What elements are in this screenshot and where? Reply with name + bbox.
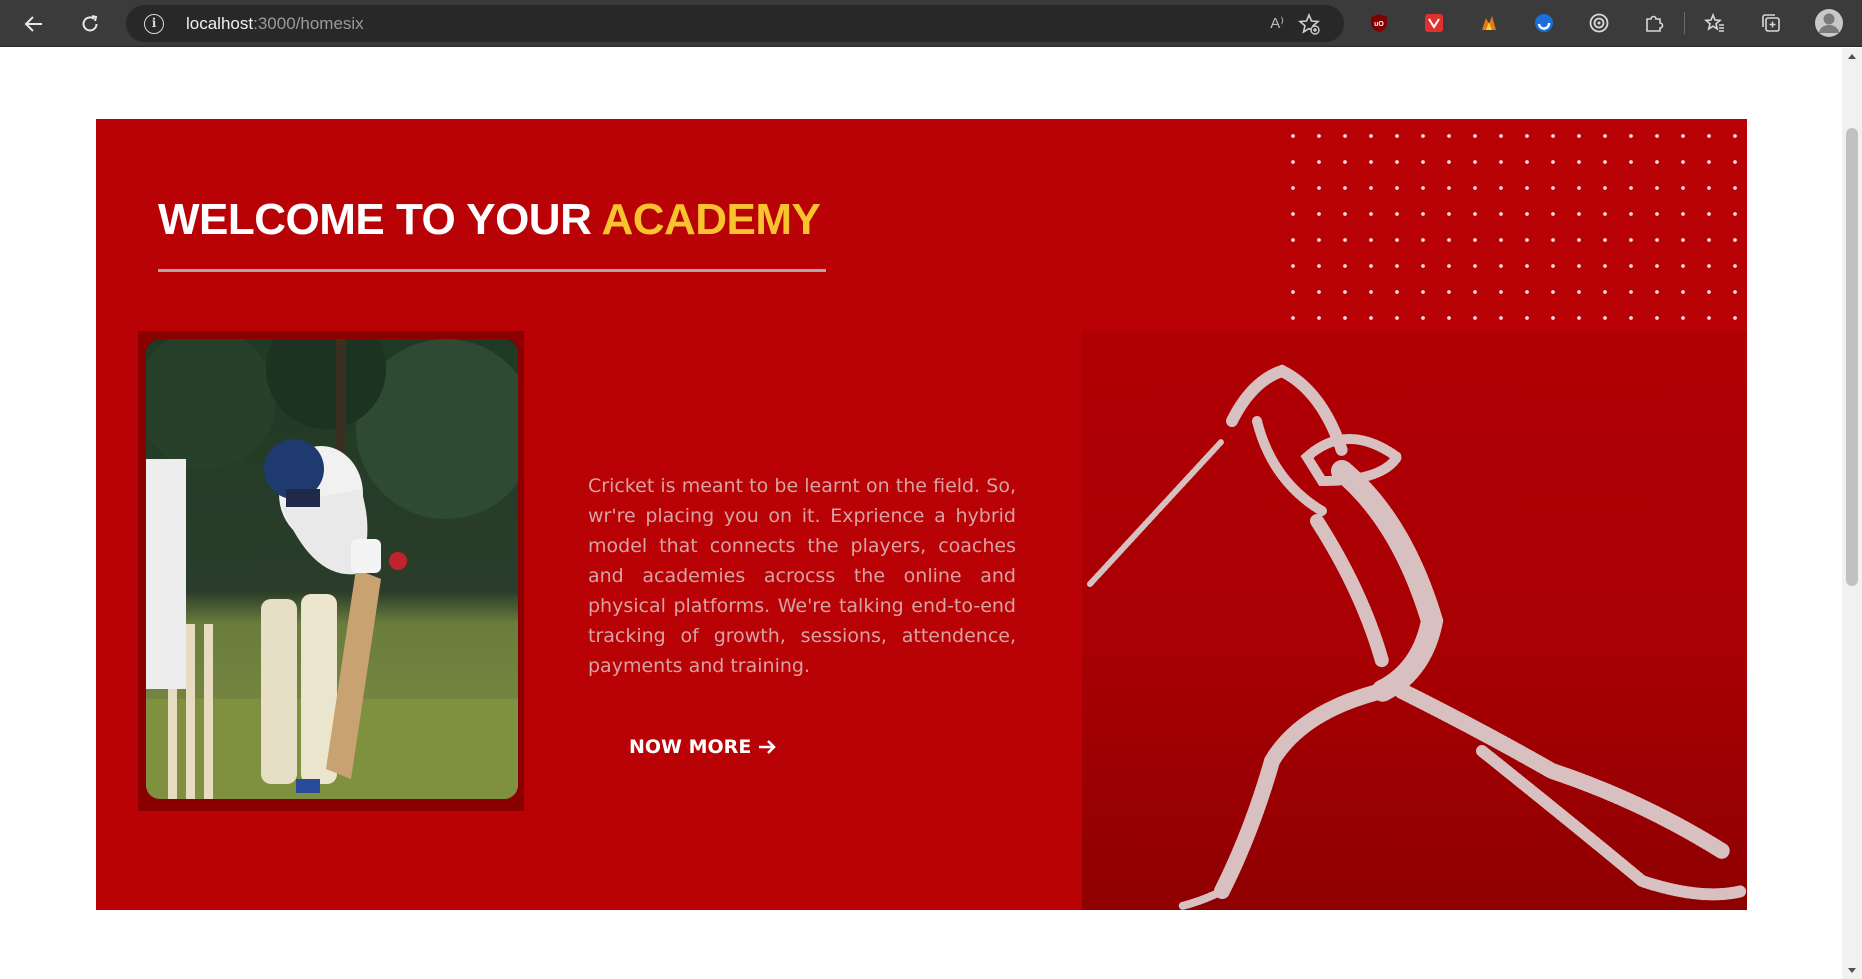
heading-underline bbox=[158, 269, 826, 272]
hero-description: Cricket is meant to be learnt on the fie… bbox=[588, 475, 1016, 677]
favorites-icon[interactable] bbox=[1702, 10, 1728, 36]
dot-pattern-decoration bbox=[1276, 119, 1746, 329]
now-more-label: NOW MORE bbox=[629, 736, 752, 758]
url-text[interactable]: localhost:3000/homesix bbox=[186, 14, 364, 34]
heading-prefix: WELCOME TO YOUR bbox=[158, 195, 602, 244]
ublock-icon[interactable]: uO bbox=[1366, 10, 1392, 36]
welcome-hero-section: WELCOME TO YOUR ACADEMY Cricket is meant… bbox=[96, 119, 1747, 910]
svg-text:uO: uO bbox=[1374, 21, 1384, 28]
target-extension-icon[interactable] bbox=[1586, 10, 1612, 36]
blue-circle-extension-icon[interactable] bbox=[1531, 10, 1557, 36]
player-photo-frame bbox=[138, 331, 524, 811]
reload-button[interactable] bbox=[74, 8, 106, 40]
arrow-left-icon bbox=[24, 16, 42, 32]
scroll-up-arrow-icon[interactable] bbox=[1848, 54, 1856, 59]
red-extension-icon[interactable] bbox=[1421, 10, 1447, 36]
orange-extension-icon[interactable] bbox=[1476, 10, 1502, 36]
scrollbar-thumb[interactable] bbox=[1846, 128, 1858, 586]
puzzle-icon[interactable] bbox=[1641, 10, 1667, 36]
collections-icon[interactable] bbox=[1758, 10, 1784, 36]
info-icon[interactable]: i bbox=[144, 14, 164, 34]
refresh-icon bbox=[82, 15, 98, 32]
read-aloud-icon[interactable]: A⁾ bbox=[1270, 14, 1284, 32]
profile-avatar-icon[interactable] bbox=[1814, 8, 1844, 38]
cricketer-silhouette-art bbox=[1082, 331, 1747, 910]
cricket-player-photo bbox=[146, 339, 518, 799]
page-scrollbar[interactable] bbox=[1842, 48, 1862, 979]
url-host: localhost bbox=[186, 14, 254, 33]
now-more-button[interactable]: NOW MORE bbox=[629, 736, 777, 758]
url-path: :3000/homesix bbox=[253, 14, 364, 33]
address-bar[interactable]: i localhost:3000/homesix A⁾ bbox=[126, 5, 1344, 42]
arrow-right-icon bbox=[759, 740, 777, 754]
browser-toolbar: i localhost:3000/homesix A⁾ uO bbox=[0, 0, 1862, 47]
toolbar-separator bbox=[1684, 12, 1685, 34]
back-button[interactable] bbox=[18, 8, 50, 40]
heading-accent: ACADEMY bbox=[601, 195, 821, 244]
star-plus-icon[interactable] bbox=[1298, 12, 1320, 40]
scroll-down-arrow-icon[interactable] bbox=[1848, 968, 1856, 973]
hero-heading: WELCOME TO YOUR ACADEMY bbox=[158, 195, 821, 245]
